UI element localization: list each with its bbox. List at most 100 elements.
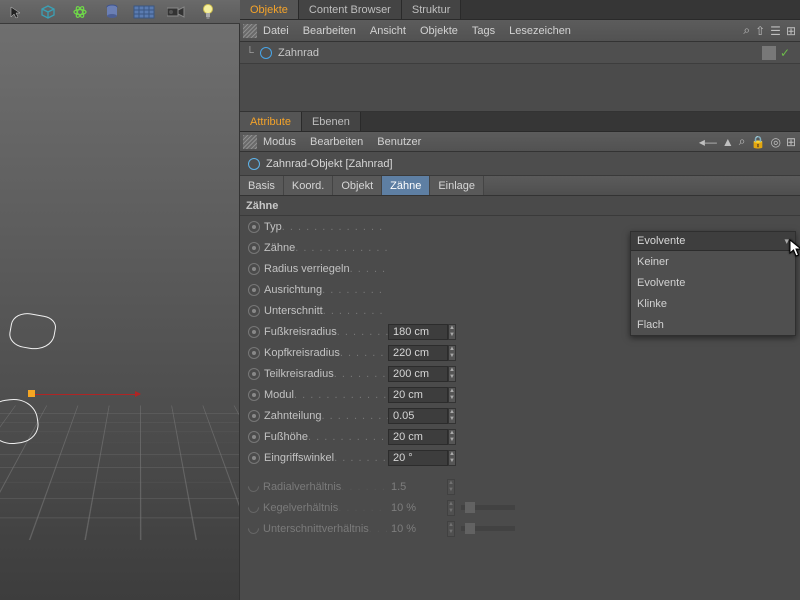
grip-icon[interactable] xyxy=(243,135,257,149)
dropdown-selected[interactable]: Evolvente ▾ xyxy=(631,232,795,251)
arc-icon[interactable] xyxy=(246,500,262,516)
radio-icon[interactable] xyxy=(248,410,260,422)
param-label: Radius verriegeln xyxy=(264,263,388,275)
spinner-icon[interactable]: ▲▼ xyxy=(448,324,456,340)
radio-icon[interactable] xyxy=(248,326,260,338)
home-icon[interactable]: ⇧ xyxy=(755,24,765,38)
tool-light-icon[interactable] xyxy=(196,0,220,24)
ptab-basis[interactable]: Basis xyxy=(240,176,284,195)
tab-struktur[interactable]: Struktur xyxy=(402,0,462,19)
param-value-field[interactable]: 20 cm xyxy=(388,429,448,445)
radio-icon[interactable] xyxy=(248,263,260,275)
param-value-field[interactable]: 20 cm xyxy=(388,387,448,403)
param-row: Kopfkreisradius220 cm▲▼ xyxy=(240,342,800,363)
attr-menu: Modus Bearbeiten Benutzer ◂— ▲ ⌕ 🔒 ◎ ⊞ xyxy=(240,132,800,152)
visibility-check-icon[interactable]: ✓ xyxy=(780,46,790,60)
tool-3d-icon[interactable] xyxy=(36,0,60,24)
arc-icon[interactable] xyxy=(246,479,262,495)
param-label: Fußhöhe xyxy=(264,431,388,443)
dropdown-option[interactable]: Klinke xyxy=(631,293,795,314)
radio-icon[interactable] xyxy=(248,305,260,317)
ptab-zaehne[interactable]: Zähne xyxy=(382,176,430,195)
tool-atom-icon[interactable] xyxy=(68,0,92,24)
menu-datei[interactable]: Datei xyxy=(263,25,289,37)
object-title-label: Zahnrad-Objekt [Zahnrad] xyxy=(266,158,393,170)
radio-icon[interactable] xyxy=(248,389,260,401)
param-row: Zahnteilung0.05▲▼ xyxy=(240,405,800,426)
menu-objekte[interactable]: Objekte xyxy=(420,25,458,37)
radio-icon[interactable] xyxy=(248,242,260,254)
spinner-icon[interactable]: ▲▼ xyxy=(448,345,456,361)
radio-icon[interactable] xyxy=(248,284,260,296)
grip-icon[interactable] xyxy=(243,24,257,38)
spinner-icon[interactable]: ▲▼ xyxy=(448,366,456,382)
viewport[interactable] xyxy=(0,24,240,600)
tab-attribute[interactable]: Attribute xyxy=(240,112,302,131)
param-value-field[interactable]: 200 cm xyxy=(388,366,448,382)
objects-tabs: Objekte Content Browser Struktur xyxy=(240,0,800,20)
search-icon[interactable]: ⌕ xyxy=(739,134,746,149)
radio-icon[interactable] xyxy=(248,221,260,233)
menu-modus[interactable]: Modus xyxy=(263,136,296,148)
tool-cursor-icon[interactable] xyxy=(4,0,28,24)
expand-icon[interactable]: ⊞ xyxy=(786,24,796,38)
nav-back-icon[interactable]: ◂— xyxy=(699,135,717,149)
spinner-icon: ▲▼ xyxy=(447,521,455,537)
param-value-field[interactable]: 0.05 xyxy=(388,408,448,424)
spinner-icon[interactable]: ▲▼ xyxy=(448,408,456,424)
param-value-field[interactable]: 20 ° xyxy=(388,450,448,466)
search-icon[interactable]: ⌕ xyxy=(743,23,750,38)
menu-ansicht[interactable]: Ansicht xyxy=(370,25,406,37)
lock-icon[interactable]: 🔒 xyxy=(751,135,766,149)
target-icon[interactable]: ◎ xyxy=(770,135,780,149)
menu-bearbeiten2[interactable]: Bearbeiten xyxy=(310,136,363,148)
menu-lesezeichen[interactable]: Lesezeichen xyxy=(509,25,571,37)
dropdown-option[interactable]: Flach xyxy=(631,314,795,335)
arc-icon[interactable] xyxy=(246,521,262,537)
tab-ebenen[interactable]: Ebenen xyxy=(302,112,361,131)
slider xyxy=(461,526,515,531)
param-label: Zahnteilung xyxy=(264,410,388,422)
spinner-icon[interactable]: ▲▼ xyxy=(448,387,456,403)
object-tree-row[interactable]: └ Zahnrad ✓ xyxy=(240,42,800,64)
layer-box-icon[interactable] xyxy=(762,46,776,60)
tab-content-browser[interactable]: Content Browser xyxy=(299,0,402,19)
spinner-icon[interactable]: ▲▼ xyxy=(448,429,456,445)
param-label: Unterschnittverhältnis xyxy=(263,523,387,535)
radio-icon[interactable] xyxy=(248,368,260,380)
tool-plane-icon[interactable] xyxy=(132,0,156,24)
type-dropdown[interactable]: Evolvente ▾ Keiner Evolvente Klinke Flac… xyxy=(630,231,796,336)
param-label: Eingriffswinkel xyxy=(264,452,388,464)
menu-benutzer[interactable]: Benutzer xyxy=(377,136,421,148)
list-icon[interactable]: ☰ xyxy=(770,24,781,38)
expand-icon[interactable]: ⊞ xyxy=(786,135,796,149)
param-value-field: 1.5 xyxy=(387,479,447,495)
spinner-icon[interactable]: ▲▼ xyxy=(448,450,456,466)
menu-tags[interactable]: Tags xyxy=(472,25,495,37)
radio-icon[interactable] xyxy=(248,452,260,464)
param-row: Modul20 cm▲▼ xyxy=(240,384,800,405)
param-row: Fußhöhe20 cm▲▼ xyxy=(240,426,800,447)
tab-objekte[interactable]: Objekte xyxy=(240,0,299,19)
tool-camera-icon[interactable] xyxy=(164,0,188,24)
spinner-icon: ▲▼ xyxy=(447,479,455,495)
object-tree-empty xyxy=(240,64,800,112)
radio-icon[interactable] xyxy=(248,431,260,443)
radio-icon[interactable] xyxy=(248,347,260,359)
param-value-field: 10 % xyxy=(387,521,447,537)
ptab-koord[interactable]: Koord. xyxy=(284,176,333,195)
ptab-einlage[interactable]: Einlage xyxy=(430,176,484,195)
param-value-field[interactable]: 180 cm xyxy=(388,324,448,340)
nav-up-icon[interactable]: ▲ xyxy=(722,135,734,149)
param-label: Kopfkreisradius xyxy=(264,347,388,359)
dropdown-option[interactable]: Evolvente xyxy=(631,272,795,293)
section-header: Zähne xyxy=(240,196,800,216)
param-label: Teilkreisradius xyxy=(264,368,388,380)
menu-bearbeiten[interactable]: Bearbeiten xyxy=(303,25,356,37)
param-label: Zähne xyxy=(264,242,388,254)
ptab-objekt[interactable]: Objekt xyxy=(333,176,382,195)
param-value-field[interactable]: 220 cm xyxy=(388,345,448,361)
dropdown-option[interactable]: Keiner xyxy=(631,251,795,272)
tool-cylinder-icon[interactable] xyxy=(100,0,124,24)
param-label: Ausrichtung xyxy=(264,284,388,296)
